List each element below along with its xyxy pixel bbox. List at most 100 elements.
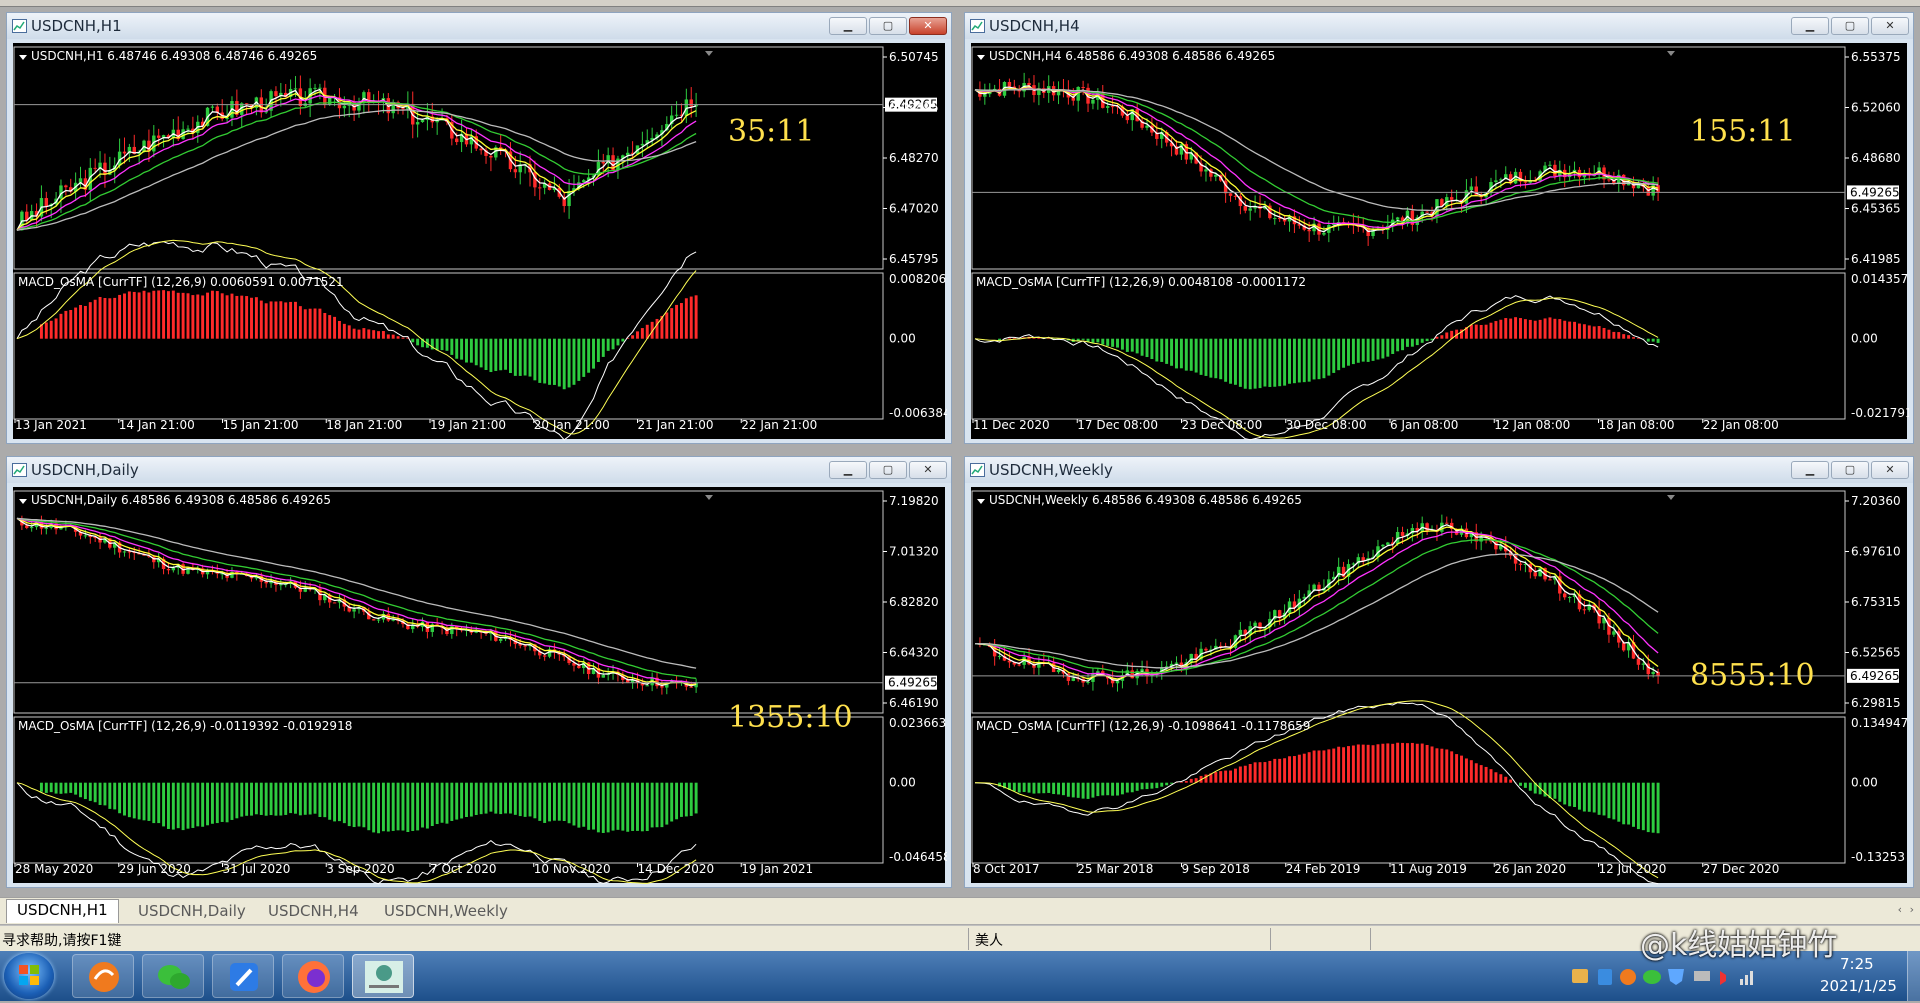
macd-bar — [221, 783, 224, 822]
chart-canvas[interactable]: 6.492656.507456.494956.482706.470206.457… — [13, 43, 947, 441]
time-axis-label: 18 Jan 21:00 — [326, 418, 402, 432]
macd-bar — [348, 325, 351, 338]
macd-bar — [616, 339, 619, 346]
minimize-button[interactable]: ▁ — [1791, 17, 1829, 35]
macd-bar — [680, 303, 683, 339]
clock-date[interactable]: 2021/1/25 — [1820, 977, 1897, 995]
macd-bar — [626, 783, 629, 832]
macd-bar — [1008, 338, 1011, 339]
tabs-scroll-left-button[interactable]: ‹ — [1898, 903, 1902, 916]
maximize-button[interactable]: ▢ — [869, 461, 907, 479]
close-button[interactable]: ✕ — [1871, 17, 1909, 35]
taskbar-app-orange[interactable] — [72, 954, 134, 998]
taskbar-app-notes[interactable] — [212, 954, 274, 998]
macd-bar — [465, 339, 468, 363]
macd-bar — [612, 783, 615, 831]
macd-bar — [1136, 783, 1139, 791]
minimize-button[interactable]: ▁ — [829, 17, 867, 35]
macd-bar — [60, 314, 63, 339]
macd-tick-label: 0.0236636 — [889, 716, 947, 730]
close-button[interactable]: ✕ — [1871, 461, 1909, 479]
tray-icons[interactable] — [1570, 965, 1790, 989]
close-button[interactable]: ✕ — [909, 461, 947, 479]
window-titlebar[interactable]: USDCNH,Daily ▁ ▢ ✕ — [7, 457, 951, 483]
moving-average-line — [975, 554, 1658, 668]
candle-body — [1253, 623, 1256, 626]
macd-bar — [304, 309, 307, 338]
macd-bar — [695, 295, 698, 338]
macd-bar — [597, 339, 600, 362]
chart-canvas[interactable]: 6.492657.198207.013206.828206.643206.461… — [13, 487, 947, 885]
taskbar-app-firefox[interactable] — [282, 954, 344, 998]
chart-window-h4[interactable]: USDCNH,H4 ▁ ▢ ✕ 6.492656.553756.520606.4… — [964, 12, 1914, 444]
chart-window-weekly[interactable]: USDCNH,Weekly ▁ ▢ ✕ 6.492657.203606.9761… — [964, 456, 1914, 888]
maximize-button[interactable]: ▢ — [869, 17, 907, 35]
price-tick-label: 7.20360 — [1851, 494, 1901, 508]
tabs-scroll-right-button[interactable]: › — [1910, 903, 1914, 916]
macd-bar — [1598, 326, 1601, 339]
macd-bar — [441, 783, 444, 823]
macd-bar — [362, 328, 365, 339]
macd-bar — [196, 294, 199, 338]
window-titlebar[interactable]: USDCNH,Weekly ▁ ▢ ✕ — [965, 457, 1913, 483]
tab-usdcnh-weekly[interactable]: USDCNH,Weekly — [374, 901, 518, 921]
macd-bar — [597, 783, 600, 833]
chart-area[interactable]: 6.492657.198207.013206.828206.643206.461… — [13, 487, 945, 883]
chart-area[interactable]: 6.492656.507456.494956.482706.470206.457… — [13, 43, 945, 439]
macd-bar — [45, 322, 48, 338]
maximize-button[interactable]: ▢ — [1831, 461, 1869, 479]
chart-canvas[interactable]: 6.492657.203606.976106.753156.525656.298… — [971, 487, 1909, 885]
macd-bar — [314, 783, 317, 814]
moving-average-line — [975, 89, 1658, 222]
shift-marker-icon — [705, 51, 713, 56]
status-profile: 美人 — [975, 930, 1003, 950]
macd-bar — [1347, 339, 1350, 366]
start-button[interactable] — [4, 953, 54, 999]
macd-bar — [587, 783, 590, 830]
macd-bar — [1155, 339, 1158, 362]
chart-window-h1[interactable]: USDCNH,H1 ▁ ▢ ✕ 6.492656.507456.494956.4… — [6, 12, 952, 444]
taskbar-app-terminal[interactable] — [352, 954, 414, 998]
tab-usdcnh-h1[interactable]: USDCNH,H1 — [6, 899, 119, 923]
chart-window-daily[interactable]: USDCNH,Daily ▁ ▢ ✕ 6.492657.198207.01320… — [6, 456, 952, 888]
chart-area[interactable]: 6.492656.553756.520606.486806.453656.419… — [971, 43, 1907, 439]
macd-bar — [621, 783, 624, 831]
macd-bar — [1465, 758, 1468, 782]
taskbar-app-wechat[interactable] — [142, 954, 204, 998]
macd-bar — [1357, 744, 1360, 782]
window-titlebar[interactable]: USDCNH,H4 ▁ ▢ ✕ — [965, 13, 1913, 39]
chart-canvas[interactable]: 6.492656.553756.520606.486806.453656.419… — [971, 43, 1909, 441]
candle-body — [1307, 230, 1310, 231]
macd-bar — [99, 783, 102, 805]
time-axis-label: 30 Dec 08:00 — [1286, 418, 1367, 432]
clock-time[interactable]: 7:25 — [1840, 955, 1874, 973]
window-titlebar[interactable]: USDCNH,H1 ▁ ▢ ✕ — [7, 13, 951, 39]
macd-bar — [1652, 783, 1655, 833]
maximize-button[interactable]: ▢ — [1831, 17, 1869, 35]
candle-body — [479, 149, 482, 151]
tab-usdcnh-daily[interactable]: USDCNH,Daily — [128, 901, 256, 921]
macd-tick-label: -0.0063843 — [889, 406, 947, 420]
time-axis-label: 14 Dec 2020 — [638, 862, 715, 876]
macd-bar — [235, 296, 238, 339]
candle-body — [1248, 208, 1251, 210]
macd-bar — [167, 783, 170, 829]
candle-body — [675, 115, 678, 116]
minimize-button[interactable]: ▁ — [829, 461, 867, 479]
time-axis-label: 22 Jan 21:00 — [741, 418, 817, 432]
macd-bar — [1141, 339, 1144, 356]
macd-bar — [353, 783, 356, 827]
window-title: USDCNH,H1 — [31, 17, 122, 35]
tab-usdcnh-h4[interactable]: USDCNH,H4 — [258, 901, 369, 921]
chart-area[interactable]: 6.492657.203606.976106.753156.525656.298… — [971, 487, 1907, 883]
candle-body — [1607, 179, 1610, 180]
time-axis-label: 21 Jan 21:00 — [638, 418, 714, 432]
show-desktop-button[interactable] — [1907, 951, 1920, 1001]
macd-bar — [1244, 766, 1247, 783]
macd-bar — [1283, 758, 1286, 782]
close-button[interactable]: ✕ — [909, 17, 947, 35]
candle-body — [45, 528, 48, 529]
minimize-button[interactable]: ▁ — [1791, 461, 1829, 479]
macd-bar — [358, 330, 361, 339]
macd-bar — [1529, 320, 1532, 339]
